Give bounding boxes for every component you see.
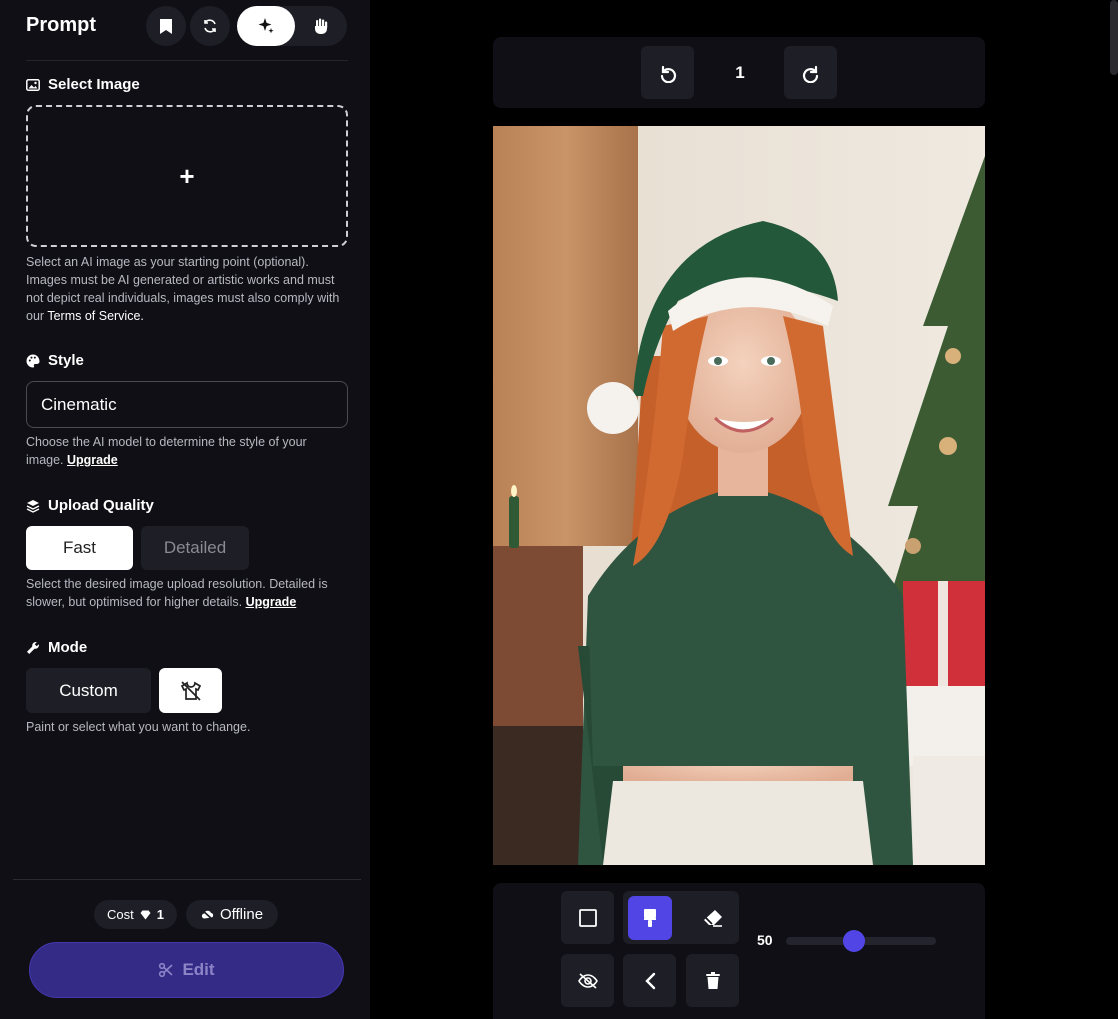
terms-of-service-link[interactable]: Terms of Service. <box>47 309 144 323</box>
select-image-help: Select an AI image as your starting poin… <box>26 253 346 325</box>
quality-upgrade-link[interactable]: Upgrade <box>246 595 297 609</box>
scissors-icon <box>158 962 174 978</box>
layers-icon <box>26 499 40 513</box>
style-help: Choose the AI model to determine the sty… <box>26 433 346 469</box>
back-button[interactable] <box>623 954 676 1007</box>
rectangle-select-tool[interactable] <box>561 891 614 944</box>
style-heading: Style <box>26 352 84 369</box>
undo-icon <box>658 63 678 83</box>
bookmark-icon <box>159 18 173 35</box>
cloud-off-icon <box>201 909 214 920</box>
photo-illustration <box>493 126 985 865</box>
refresh-button[interactable] <box>190 6 230 46</box>
scrollbar[interactable] <box>1110 0 1118 75</box>
wrench-icon <box>26 641 40 655</box>
select-image-label: Select Image <box>48 76 140 93</box>
eraser-icon <box>703 909 723 927</box>
style-upgrade-link[interactable]: Upgrade <box>67 453 118 467</box>
mode-help: Paint or select what you want to change. <box>26 720 251 734</box>
brush-tool[interactable] <box>628 896 672 940</box>
gem-icon <box>140 910 151 920</box>
cost-value: 1 <box>156 907 164 922</box>
plus-icon: + <box>179 161 195 191</box>
paint-brush-icon <box>642 908 658 928</box>
edit-label: Edit <box>182 960 215 979</box>
quality-fast-button[interactable]: Fast <box>26 526 133 570</box>
edit-button[interactable]: Edit <box>29 942 344 998</box>
bookmark-button[interactable] <box>146 6 186 46</box>
magic-mode-button[interactable] <box>237 6 295 46</box>
cost-label: Cost <box>107 907 134 922</box>
trash-icon <box>705 971 721 990</box>
upload-quality-help: Select the desired image upload resoluti… <box>26 575 346 611</box>
style-label: Style <box>48 352 84 369</box>
undo-button[interactable] <box>641 46 694 99</box>
refresh-icon <box>202 18 218 34</box>
redo-icon <box>801 63 821 83</box>
toggle-mask-visibility-button[interactable] <box>561 954 614 1007</box>
shirt-off-icon <box>180 680 202 701</box>
mode-toggle <box>237 6 347 46</box>
mode-auto-mask-button[interactable] <box>159 668 222 713</box>
image-canvas[interactable] <box>493 126 985 865</box>
chevron-left-icon <box>644 972 656 990</box>
prompt-panel: Prompt Select Image + Select an AI image… <box>0 0 370 1019</box>
cost-badge: Cost 1 <box>94 900 177 929</box>
status-badge: Offline <box>186 900 278 929</box>
upload-quality-label: Upload Quality <box>48 497 154 514</box>
image-dropzone[interactable]: + <box>26 105 348 247</box>
panel-title: Prompt <box>26 14 96 36</box>
eraser-tool[interactable] <box>686 891 739 944</box>
status-label: Offline <box>219 906 264 923</box>
upload-quality-heading: Upload Quality <box>26 497 154 514</box>
brush-size-value: 50 <box>757 932 773 948</box>
mode-label: Mode <box>48 639 88 656</box>
mode-heading: Mode <box>26 639 87 656</box>
select-image-heading: Select Image <box>26 76 140 93</box>
redo-button[interactable] <box>784 46 837 99</box>
header-divider <box>26 60 348 61</box>
eye-off-icon <box>577 972 598 989</box>
footer-divider <box>13 879 361 880</box>
sparkle-icon <box>257 17 275 35</box>
manual-mode-button[interactable] <box>295 6 347 46</box>
style-select[interactable]: Cinematic <box>26 381 348 428</box>
quality-detailed-button[interactable]: Detailed <box>141 526 249 570</box>
history-position: 1 <box>735 62 745 82</box>
mode-custom-button[interactable]: Custom <box>26 668 151 713</box>
hand-icon <box>312 17 330 35</box>
palette-icon <box>26 354 40 368</box>
image-icon <box>26 78 40 92</box>
brush-size-handle[interactable] <box>843 930 865 952</box>
clear-mask-button[interactable] <box>686 954 739 1007</box>
square-icon <box>578 908 597 927</box>
